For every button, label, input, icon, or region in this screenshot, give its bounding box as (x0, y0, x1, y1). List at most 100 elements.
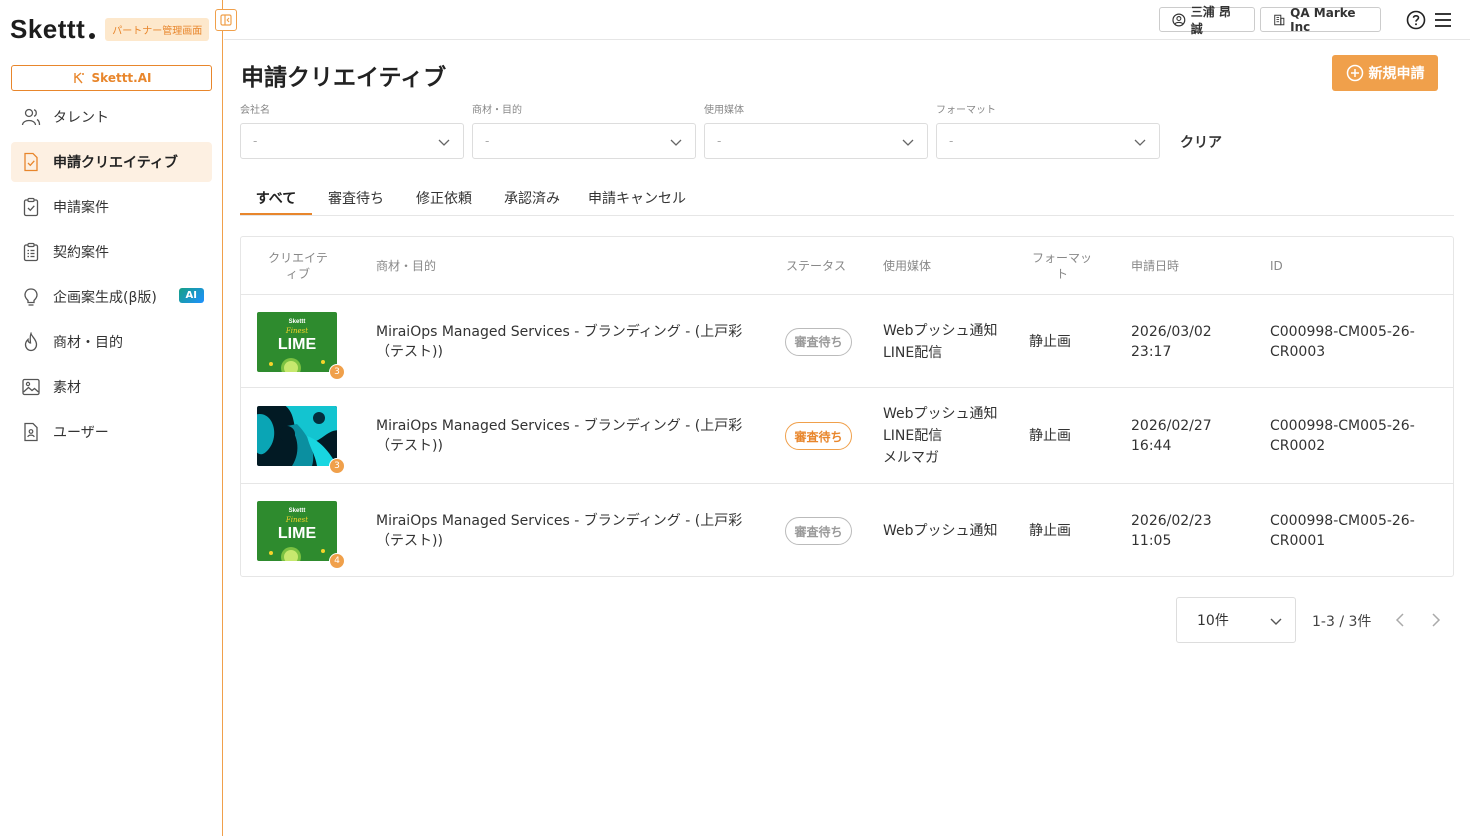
format-cell: 静止画 (1029, 428, 1071, 444)
date-cell: 2026/03/02 23:17 (1131, 322, 1212, 362)
filter-select-2[interactable]: - (704, 123, 928, 159)
filter-value: - (717, 134, 722, 148)
filter-select-3[interactable]: - (936, 123, 1160, 159)
per-page-select[interactable]: 10件 (1176, 597, 1296, 643)
filter-select-0[interactable]: - (240, 123, 464, 159)
sidebar-item-6[interactable]: 素材 (11, 367, 212, 407)
sidebar-item-2[interactable]: 申請案件 (11, 187, 212, 227)
tab-4[interactable]: 申請キャンセル (580, 186, 694, 215)
lightbulb-icon (21, 287, 41, 307)
sidebar-item-1[interactable]: 申請クリエイティブ (11, 142, 212, 182)
company-name: QA Marke Inc (1290, 5, 1356, 34)
filter-value: - (253, 134, 258, 148)
status-badge: 審査待ち (785, 422, 852, 450)
filter-label-0: 会社名 (240, 105, 270, 116)
media-item: メルマガ (883, 450, 939, 466)
id-card-icon (21, 422, 41, 442)
id-cell: C000998-CM005-26- CR0003 (1270, 322, 1415, 362)
chevron-down-icon (438, 139, 450, 146)
document-check-icon (21, 152, 41, 172)
clear-filters-button[interactable]: クリア (1180, 132, 1222, 152)
sidebar-item-label: 商材・目的 (53, 335, 123, 351)
sidebar-item-label: 契約案件 (53, 245, 109, 261)
svg-text:Skettt: Skettt (289, 319, 306, 325)
status-badge: 審査待ち (785, 327, 852, 356)
sidebar-item-7[interactable]: ユーザー (11, 412, 212, 452)
col-header-date: 申請日時 (1131, 258, 1180, 273)
tab-0[interactable]: すべて (240, 186, 312, 215)
filter-value: - (485, 134, 490, 148)
chevron-right-icon[interactable] (1429, 612, 1443, 628)
company-button[interactable]: QA Marke Inc (1260, 5, 1381, 34)
user-circle-icon (1172, 13, 1186, 26)
sidebar-item-5[interactable]: 商材・目的 (11, 322, 212, 362)
sparkle-icon (73, 72, 84, 84)
id-line: CR0001 (1270, 533, 1326, 549)
user-button[interactable]: 三浦 昂誠 (1159, 5, 1255, 36)
creative-thumbnail[interactable]: Skettt Finest LIME (257, 311, 337, 372)
table-row[interactable]: 3 MiraiOps Managed Services - ブランディング - (… (241, 387, 1453, 483)
partner-badge: パートナー管理画面 (105, 18, 210, 41)
id-cell: C000998-CM005-26- CR0001 (1270, 511, 1415, 551)
sidebar-item-3[interactable]: 契約案件 (11, 232, 212, 272)
id-line: CR0003 (1270, 343, 1326, 360)
chevron-down-icon (670, 139, 682, 146)
tab-1[interactable]: 審査待ち (316, 186, 396, 215)
format-cell: 静止画 (1029, 523, 1071, 539)
status-tabs: すべて 審査待ち 修正依頼 承認済み 申請キャンセル (240, 186, 1454, 216)
table-row[interactable]: Skettt Finest LIME 3 MiraiOps Managed Servic… (241, 294, 1453, 387)
building-icon (1274, 14, 1285, 25)
product-cell: MiraiOps Managed Services - ブランディング - (上… (376, 323, 743, 360)
status-badge: 審査待ち (785, 517, 852, 545)
sidebar-item-label: 申請クリエイティブ (53, 155, 178, 171)
users-icon (21, 107, 41, 127)
creative-count-badge: 3 (329, 363, 345, 380)
filter-select-1[interactable]: - (472, 123, 696, 159)
sidebar-item-label: 企画案生成(β版) (53, 290, 157, 306)
skettt-ai-button[interactable]: Skettt.AI (11, 65, 212, 91)
new-application-button[interactable]: 新規申請 (1332, 55, 1438, 91)
media-cell: Webプッシュ通知 LINE配信 メルマガ (883, 403, 998, 469)
col-header-creative: クリエイティブ (268, 250, 328, 281)
date-date: 2026/02/27 (1131, 418, 1212, 434)
tab-2[interactable]: 修正依頼 (404, 186, 484, 215)
creative-thumbnail[interactable]: Skettt Finest LIME (257, 501, 337, 561)
help-icon[interactable] (1406, 10, 1426, 30)
logo[interactable]: Skettt (10, 14, 85, 45)
chevron-down-icon (902, 139, 914, 146)
ai-tag: AI (178, 288, 204, 303)
pagination-info: 1-3 / 3件 (1312, 614, 1372, 630)
chevron-left-icon[interactable] (1393, 612, 1407, 628)
new-application-label: 新規申請 (1368, 66, 1425, 82)
flame-icon (21, 332, 41, 352)
col-header-format: フォーマット (1031, 250, 1092, 281)
tab-3[interactable]: 承認済み (492, 186, 572, 215)
image-icon (21, 377, 41, 397)
logo-dot (89, 32, 96, 39)
table-row[interactable]: Skettt Finest LIME 4 MiraiOps Managed Servic… (241, 483, 1453, 577)
date-time: 16:44 (1131, 438, 1172, 454)
date-date: 2026/03/02 (1131, 323, 1212, 340)
date-cell: 2026/02/27 16:44 (1131, 416, 1212, 456)
media-cell: Webプッシュ通知 LINE配信 (883, 320, 998, 364)
svg-text:Finest: Finest (285, 327, 308, 335)
svg-text:Finest: Finest (285, 516, 308, 524)
filter-label-3: フォーマット (936, 105, 996, 116)
menu-icon[interactable] (1434, 12, 1452, 28)
creative-thumbnail[interactable] (257, 406, 337, 466)
media-item: LINE配信 (883, 428, 943, 444)
id-line: CR0002 (1270, 438, 1326, 454)
filter-label-1: 商材・目的 (472, 105, 522, 116)
clipboard-check-icon (21, 197, 41, 217)
col-header-id: ID (1270, 258, 1283, 273)
user-name: 三浦 昂誠 (1190, 4, 1231, 36)
svg-text:Skettt: Skettt (289, 508, 306, 514)
creative-table: クリエイティブ 商材・目的 ステータス 使用媒体 フォーマット 申請日時 ID … (240, 236, 1454, 577)
sidebar-item-0[interactable]: タレント (11, 97, 212, 137)
sidebar: Skettt パートナー管理画面 Skettt.AI タレント申請クリエイティブ… (0, 0, 223, 836)
clipboard-list-icon (21, 242, 41, 262)
id-line: C000998-CM005-26- (1270, 323, 1415, 340)
col-header-product: 商材・目的 (376, 258, 437, 273)
sidebar-item-4[interactable]: 企画案生成(β版) AI (11, 277, 212, 317)
creative-count-badge: 4 (329, 553, 345, 569)
